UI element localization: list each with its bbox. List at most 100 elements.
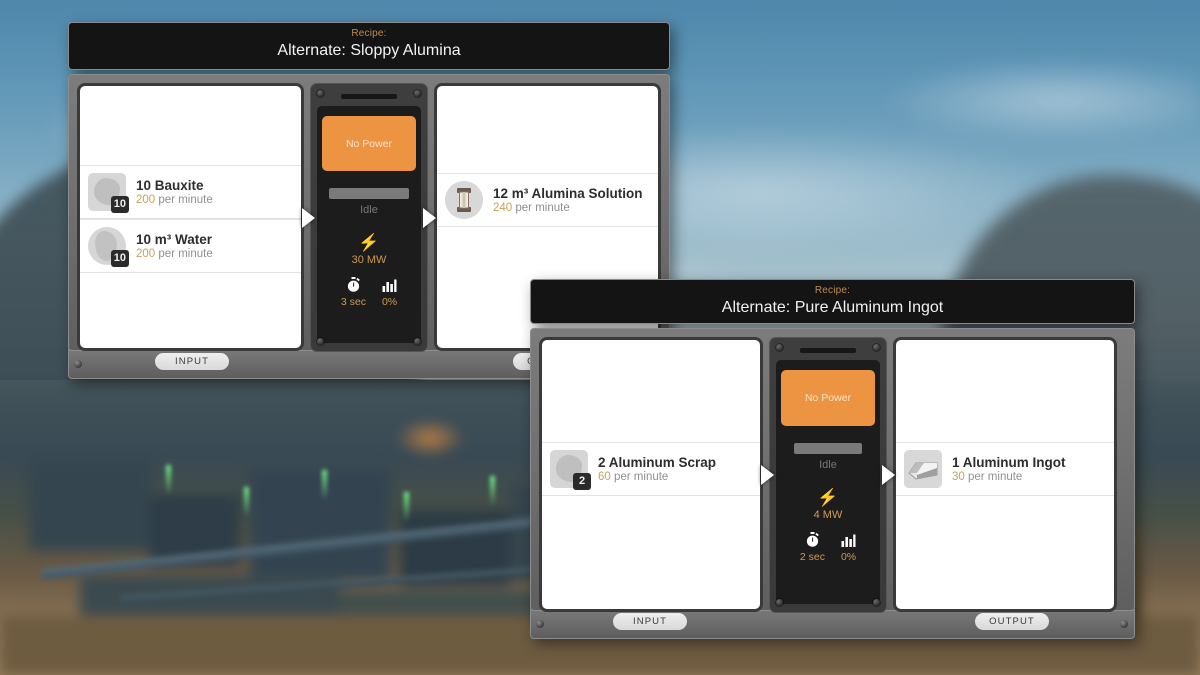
efficiency-stat: 0%: [382, 276, 397, 308]
dialog-body: 2 2 Aluminum Scrap 60 per minute No Powe…: [530, 328, 1135, 613]
rate-suffix: per minute: [155, 248, 213, 260]
aluminum-ingot-icon: [904, 450, 942, 488]
dialog-footer: INPUT OUTPUT: [530, 609, 1135, 639]
item-name: 10 m³ Water: [136, 232, 213, 247]
warm-light-glow: [395, 418, 465, 458]
power-status-tile: No Power: [322, 116, 416, 171]
machine-inner: No Power Idle ⚡ 30 MW 3 sec 0%: [317, 106, 421, 343]
screw-icon: [414, 338, 421, 345]
quantity-badge: 10: [110, 250, 129, 267]
rate-value: 60: [598, 471, 611, 483]
rate-value: 200: [136, 194, 156, 206]
machine-status-panel: No Power Idle ⚡ 30 MW 3 sec 0%: [302, 83, 436, 352]
screw-icon: [873, 344, 880, 351]
item-icon-wrap: 10: [88, 227, 129, 267]
power-status-tile: No Power: [781, 370, 875, 426]
power-value: 30 MW: [351, 254, 387, 266]
rate-suffix: per minute: [964, 471, 1023, 483]
indicator-light: [244, 487, 249, 517]
cycle-time-value: 2 sec: [799, 551, 825, 563]
stopwatch-icon: [346, 276, 361, 293]
machine-handle: [800, 348, 856, 353]
recipe-dialog-pure-aluminum-ingot[interactable]: Recipe: Alternate: Pure Aluminum Ingot 2…: [530, 279, 1135, 639]
input-flow-arrow-icon: [761, 465, 774, 485]
quantity-badge: 10: [110, 196, 129, 213]
rate-suffix: per minute: [512, 202, 570, 214]
item-name: 12 m³ Alumina Solution: [493, 186, 643, 201]
screw-icon: [317, 90, 324, 97]
list-item[interactable]: 12 m³ Alumina Solution 240 per minute: [437, 173, 658, 227]
list-item[interactable]: 2 2 Aluminum Scrap 60 per minute: [542, 442, 760, 496]
item-icon-wrap: [445, 181, 483, 219]
item-icon-wrap: [904, 450, 942, 488]
item-name: 2 Aluminum Scrap: [598, 455, 717, 470]
rate-value: 200: [136, 248, 156, 260]
cycle-time-stat: 3 sec: [341, 276, 366, 308]
quantity-badge: 2: [573, 473, 591, 490]
item-text: 2 Aluminum Scrap 60 per minute: [598, 455, 716, 483]
machine-handle: [341, 94, 397, 99]
item-name: 10 Bauxite: [136, 178, 204, 193]
recipe-name: Alternate: Sloppy Alumina: [277, 42, 461, 59]
item-icon-wrap: 2: [550, 450, 591, 490]
screenshot-stage: Recipe: Alternate: Sloppy Alumina 10 10 …: [0, 0, 1200, 675]
machine-status-text: Idle: [360, 204, 378, 216]
indicator-light: [404, 492, 409, 522]
item-rate: 200 per minute: [136, 248, 213, 260]
rate-suffix: per minute: [155, 194, 213, 206]
screw-icon: [536, 620, 544, 628]
efficiency-stat: 0%: [841, 531, 856, 563]
tab-input[interactable]: INPUT: [613, 613, 687, 630]
progress-bar: [794, 443, 862, 454]
item-text: 12 m³ Alumina Solution 240 per minute: [493, 186, 643, 214]
list-item[interactable]: 10 10 m³ Water 200 per minute: [80, 219, 301, 273]
rate-value: 240: [493, 202, 513, 214]
efficiency-value: 0%: [840, 551, 857, 563]
machine-status-text: Idle: [819, 459, 837, 471]
lightning-bolt-icon: ⚡: [358, 233, 380, 252]
recipe-label: Recipe:: [814, 285, 851, 296]
item-rate: 30 per minute: [952, 471, 1066, 483]
recipe-label: Recipe:: [351, 28, 387, 39]
output-flow-arrow-icon: [882, 465, 895, 485]
indicator-light: [322, 470, 327, 500]
power-value: 4 MW: [813, 509, 843, 521]
machine-stats-row: 3 sec 0%: [341, 276, 397, 308]
item-text: 10 m³ Water 200 per minute: [136, 232, 213, 260]
item-rate: 240 per minute: [493, 202, 643, 214]
alumina-solution-fluid-icon: [445, 181, 483, 219]
item-text: 10 Bauxite 200 per minute: [136, 178, 213, 206]
screw-icon: [776, 344, 783, 351]
recipe-name: Alternate: Pure Aluminum Ingot: [721, 299, 944, 316]
input-panel: 10 10 Bauxite 200 per minute 10 10 m³ Wa…: [77, 83, 304, 351]
stopwatch-icon: [805, 531, 820, 548]
input-flow-arrow-icon: [302, 207, 315, 228]
input-panel: 2 2 Aluminum Scrap 60 per minute: [539, 337, 763, 612]
machine-stats-row: 2 sec 0%: [800, 531, 856, 563]
lightning-bolt-icon: ⚡: [817, 488, 839, 507]
list-item[interactable]: 10 10 Bauxite 200 per minute: [80, 165, 301, 219]
progress-bar: [329, 188, 409, 199]
machine-inner: No Power Idle ⚡ 4 MW 2 sec 0%: [776, 360, 880, 604]
item-rate: 200 per minute: [136, 194, 213, 206]
screw-icon: [74, 360, 82, 368]
cycle-time-value: 3 sec: [340, 296, 366, 308]
machine-status-panel: No Power Idle ⚡ 4 MW 2 sec 0%: [761, 337, 895, 613]
rate-value: 30: [952, 471, 965, 483]
item-text: 1 Aluminum Ingot 30 per minute: [952, 455, 1066, 483]
dialog-titlebar: Recipe: Alternate: Sloppy Alumina: [68, 22, 670, 70]
efficiency-value: 0%: [381, 296, 398, 308]
screw-icon: [414, 90, 421, 97]
item-icon-wrap: 10: [88, 173, 129, 213]
screw-icon: [317, 338, 324, 345]
output-panel: 1 Aluminum Ingot 30 per minute: [893, 337, 1117, 612]
output-flow-arrow-icon: [423, 207, 436, 228]
bar-chart-icon: [841, 531, 856, 548]
tab-output[interactable]: OUTPUT: [975, 613, 1049, 630]
screw-icon: [776, 599, 783, 606]
screw-icon: [873, 599, 880, 606]
tab-input[interactable]: INPUT: [155, 353, 229, 370]
screw-icon: [1120, 620, 1128, 628]
list-item[interactable]: 1 Aluminum Ingot 30 per minute: [896, 442, 1114, 496]
rate-suffix: per minute: [610, 471, 669, 483]
